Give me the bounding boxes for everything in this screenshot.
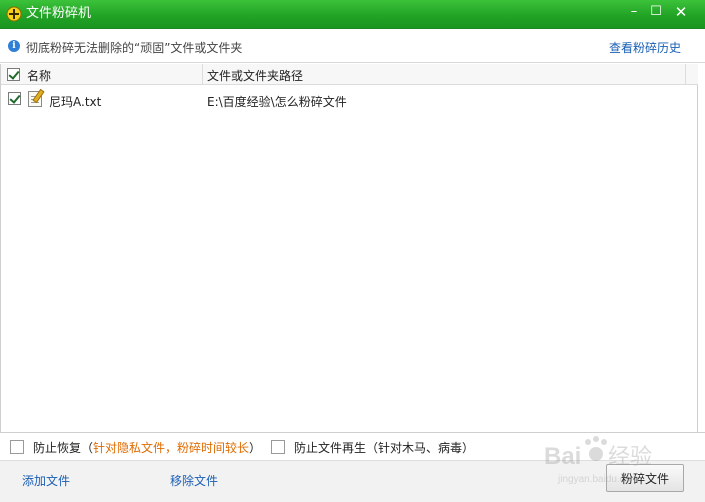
file-table: 名称 文件或文件夹路径 尼玛A.txt E:\百度经验\怎么粉碎文件 — [0, 64, 698, 432]
prevent-recovery-text: 防止恢复 — [33, 441, 82, 455]
maximize-button[interactable]: ☐ — [646, 3, 666, 21]
file-path: E:\百度经验\怎么粉碎文件 — [207, 95, 347, 109]
prevent-regeneration-checkbox[interactable] — [271, 440, 285, 454]
select-all-checkbox[interactable] — [7, 68, 20, 81]
row-checkbox[interactable] — [8, 92, 21, 105]
column-header-path[interactable]: 文件或文件夹路径 — [207, 67, 303, 84]
close-button[interactable]: ✕ — [671, 3, 691, 21]
text-file-icon — [28, 91, 42, 107]
minimize-button[interactable]: – — [624, 3, 644, 21]
table-row[interactable]: 尼玛A.txt E:\百度经验\怎么粉碎文件 — [1, 90, 698, 110]
prevent-recovery-label[interactable]: 防止恢复（针对隐私文件，粉碎时间较长） — [33, 439, 261, 456]
window-title: 文件粉碎机 — [26, 6, 92, 21]
options-row: 防止恢复（针对隐私文件，粉碎时间较长） 防止文件再生（针对木马、病毒） — [0, 432, 705, 460]
table-header: 名称 文件或文件夹路径 — [1, 64, 698, 85]
info-row: i 彻底粉碎无法删除的“顽固”文件或文件夹 查看粉碎历史 — [0, 29, 705, 63]
shred-history-link[interactable]: 查看粉碎历史 — [609, 39, 681, 56]
prevent-recovery-paren-open: （ — [81, 441, 94, 455]
shred-files-button[interactable]: 粉碎文件 — [606, 464, 684, 492]
prevent-recovery-checkbox[interactable] — [10, 440, 24, 454]
column-header-name[interactable]: 名称 — [27, 67, 51, 84]
add-file-link[interactable]: 添加文件 — [22, 472, 70, 489]
prevent-recovery-note: 针对隐私文件，粉碎时间较长 — [93, 441, 250, 455]
remove-file-link[interactable]: 移除文件 — [170, 472, 218, 489]
info-icon: i — [8, 40, 20, 52]
prevent-regeneration-label[interactable]: 防止文件再生（针对木马、病毒） — [294, 439, 474, 456]
prevent-recovery-paren-close: ） — [249, 441, 262, 455]
shredder-app-icon — [6, 6, 22, 22]
column-divider[interactable] — [685, 64, 686, 85]
bottom-bar: 添加文件 移除文件 粉碎文件 — [0, 460, 705, 502]
column-divider[interactable] — [202, 64, 203, 85]
file-name: 尼玛A.txt — [49, 95, 102, 109]
title-bar: 文件粉碎机 – ☐ ✕ — [0, 0, 705, 29]
info-text: 彻底粉碎无法删除的“顽固”文件或文件夹 — [26, 41, 243, 55]
